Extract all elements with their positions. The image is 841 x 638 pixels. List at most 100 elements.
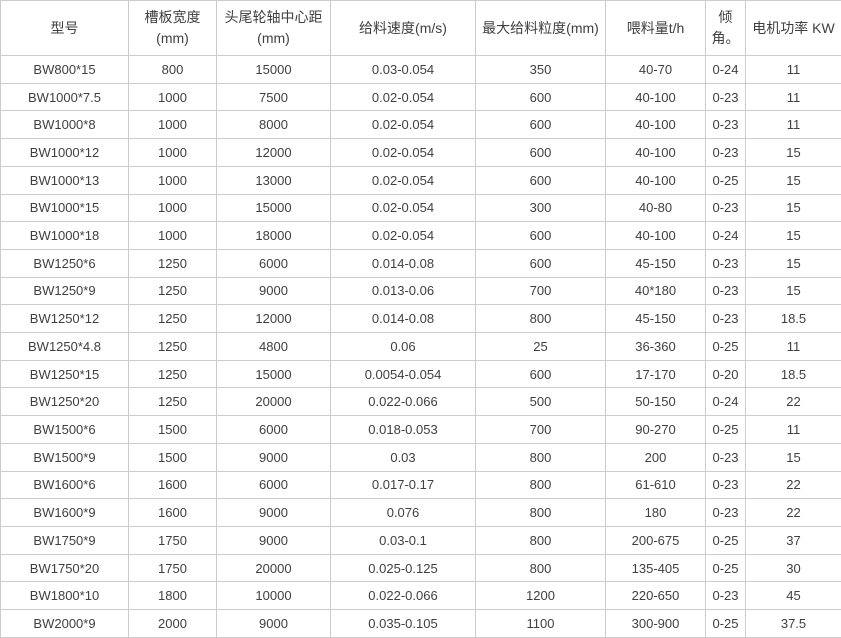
table-cell: 25 bbox=[476, 333, 606, 361]
table-row: BW2000*9200090000.035-0.1051100300-9000-… bbox=[1, 610, 841, 638]
column-header: 给料速度(m/s) bbox=[331, 1, 476, 56]
table-cell: BW1750*9 bbox=[1, 526, 129, 554]
table-row: BW1000*131000130000.02-0.05460040-1000-2… bbox=[1, 166, 841, 194]
column-header: 电机功率 KW bbox=[746, 1, 841, 56]
table-cell: 11 bbox=[746, 416, 841, 444]
table-cell: BW1000*7.5 bbox=[1, 83, 129, 111]
table-cell: 0.022-0.066 bbox=[331, 582, 476, 610]
table-cell: 0-24 bbox=[706, 388, 746, 416]
table-cell: 0-23 bbox=[706, 139, 746, 167]
table-cell: 1250 bbox=[129, 249, 217, 277]
table-cell: 9000 bbox=[217, 610, 331, 638]
table-cell: 700 bbox=[476, 277, 606, 305]
table-cell: 15 bbox=[746, 443, 841, 471]
table-cell: 1250 bbox=[129, 333, 217, 361]
table-cell: 22 bbox=[746, 471, 841, 499]
table-row: BW1750*201750200000.025-0.125800135-4050… bbox=[1, 554, 841, 582]
table-cell: 4800 bbox=[217, 333, 331, 361]
table-cell: BW1000*8 bbox=[1, 111, 129, 139]
table-row: BW1250*151250150000.0054-0.05460017-1700… bbox=[1, 360, 841, 388]
table-cell: 15000 bbox=[217, 360, 331, 388]
table-cell: 600 bbox=[476, 222, 606, 250]
table-cell: 18.5 bbox=[746, 305, 841, 333]
table-cell: BW1250*15 bbox=[1, 360, 129, 388]
table-cell: 18.5 bbox=[746, 360, 841, 388]
table-cell: 2000 bbox=[129, 610, 217, 638]
table-cell: 9000 bbox=[217, 443, 331, 471]
table-cell: 1500 bbox=[129, 443, 217, 471]
column-header: 喂料量t/h bbox=[606, 1, 706, 56]
table-cell: 15 bbox=[746, 139, 841, 167]
table-row: BW1250*9125090000.013-0.0670040*1800-231… bbox=[1, 277, 841, 305]
table-cell: 0-23 bbox=[706, 194, 746, 222]
table-row: BW1000*8100080000.02-0.05460040-1000-231… bbox=[1, 111, 841, 139]
table-cell: 15 bbox=[746, 222, 841, 250]
table-cell: 0-23 bbox=[706, 111, 746, 139]
table-cell: 0-20 bbox=[706, 360, 746, 388]
table-cell: 0-25 bbox=[706, 610, 746, 638]
table-cell: 200-675 bbox=[606, 526, 706, 554]
table-cell: 0.018-0.053 bbox=[331, 416, 476, 444]
table-cell: 0.03-0.054 bbox=[331, 56, 476, 84]
column-header: 最大给料粒度(mm) bbox=[476, 1, 606, 56]
table-cell: 15000 bbox=[217, 194, 331, 222]
table-row: BW1250*6125060000.014-0.0860045-1500-231… bbox=[1, 249, 841, 277]
table-cell: BW1000*12 bbox=[1, 139, 129, 167]
table-cell: 9000 bbox=[217, 499, 331, 527]
table-cell: 1000 bbox=[129, 83, 217, 111]
table-cell: 0-23 bbox=[706, 305, 746, 333]
table-cell: 20000 bbox=[217, 554, 331, 582]
table-cell: 800 bbox=[129, 56, 217, 84]
table-cell: 0.013-0.06 bbox=[331, 277, 476, 305]
table-cell: 600 bbox=[476, 166, 606, 194]
table-cell: 0.02-0.054 bbox=[331, 139, 476, 167]
table-cell: BW1000*15 bbox=[1, 194, 129, 222]
table-cell: 13000 bbox=[217, 166, 331, 194]
table-cell: 90-270 bbox=[606, 416, 706, 444]
table-cell: 40-70 bbox=[606, 56, 706, 84]
table-cell: 15000 bbox=[217, 56, 331, 84]
table-row: BW1600*9160090000.0768001800-2322 bbox=[1, 499, 841, 527]
table-cell: 0.025-0.125 bbox=[331, 554, 476, 582]
table-cell: 40-100 bbox=[606, 222, 706, 250]
table-row: BW800*15800150000.03-0.05435040-700-2411 bbox=[1, 56, 841, 84]
table-cell: 10000 bbox=[217, 582, 331, 610]
table-cell: 6000 bbox=[217, 471, 331, 499]
table-cell: 800 bbox=[476, 554, 606, 582]
table-cell: 180 bbox=[606, 499, 706, 527]
table-cell: 40-80 bbox=[606, 194, 706, 222]
table-cell: 40*180 bbox=[606, 277, 706, 305]
table-cell: 600 bbox=[476, 360, 606, 388]
table-cell: 0.02-0.054 bbox=[331, 222, 476, 250]
table-cell: 0-25 bbox=[706, 166, 746, 194]
table-row: BW1800*101800100000.022-0.0661200220-650… bbox=[1, 582, 841, 610]
table-cell: 1100 bbox=[476, 610, 606, 638]
table-cell: 0-25 bbox=[706, 416, 746, 444]
column-header: 倾角。 bbox=[706, 1, 746, 56]
table-cell: 700 bbox=[476, 416, 606, 444]
table-row: BW1250*4.8125048000.062536-3600-2511 bbox=[1, 333, 841, 361]
table-cell: 800 bbox=[476, 305, 606, 333]
table-cell: 0.014-0.08 bbox=[331, 305, 476, 333]
table-cell: 800 bbox=[476, 526, 606, 554]
table-cell: 15 bbox=[746, 166, 841, 194]
table-cell: 7500 bbox=[217, 83, 331, 111]
table-cell: 1000 bbox=[129, 166, 217, 194]
table-cell: BW1600*6 bbox=[1, 471, 129, 499]
table-cell: 350 bbox=[476, 56, 606, 84]
table-cell: 0-23 bbox=[706, 471, 746, 499]
table-row: BW1000*7.5100075000.02-0.05460040-1000-2… bbox=[1, 83, 841, 111]
table-row: BW1000*121000120000.02-0.05460040-1000-2… bbox=[1, 139, 841, 167]
table-cell: BW1500*6 bbox=[1, 416, 129, 444]
table-cell: 0.02-0.054 bbox=[331, 194, 476, 222]
table-cell: 1000 bbox=[129, 111, 217, 139]
table-cell: 1600 bbox=[129, 471, 217, 499]
table-cell: 8000 bbox=[217, 111, 331, 139]
table-cell: 11 bbox=[746, 83, 841, 111]
table-cell: 1200 bbox=[476, 582, 606, 610]
table-cell: 600 bbox=[476, 139, 606, 167]
table-cell: 1500 bbox=[129, 416, 217, 444]
table-cell: 0.022-0.066 bbox=[331, 388, 476, 416]
table-row: BW1250*121250120000.014-0.0880045-1500-2… bbox=[1, 305, 841, 333]
table-cell: 1250 bbox=[129, 277, 217, 305]
